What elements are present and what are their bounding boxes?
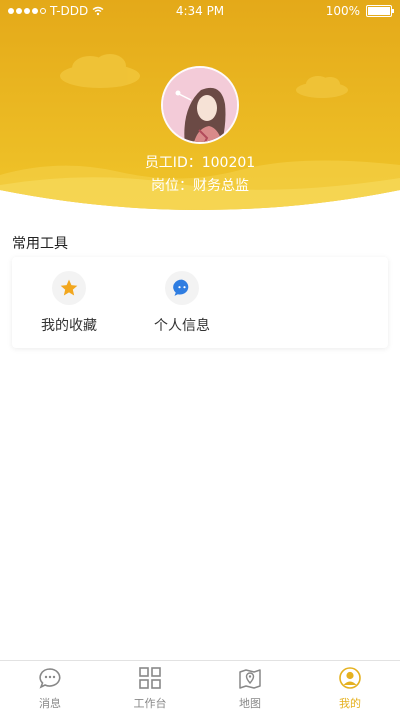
battery-percentage: 100%: [325, 4, 360, 18]
tab-label-map: 地图: [239, 697, 261, 710]
tools-card: 我的收藏 个人信息: [12, 257, 388, 348]
section-title-tools: 常用工具: [12, 236, 68, 252]
tab-map[interactable]: 地图: [200, 661, 300, 712]
avatar[interactable]: [161, 66, 239, 144]
tab-messages[interactable]: 消息: [0, 661, 100, 712]
status-bar: T-DDD 4:34 PM 100%: [0, 0, 400, 22]
map-icon: [239, 669, 261, 689]
tab-label-messages: 消息: [39, 697, 61, 710]
employee-id: 员工ID：100201: [144, 155, 256, 171]
tab-workbench[interactable]: 工作台: [100, 661, 200, 712]
tab-label-mine: 我的: [339, 697, 361, 710]
profile-screen: T-DDD 4:34 PM 100% 员工ID：100201 岗位：财务总监 常…: [0, 0, 400, 712]
profile-header: T-DDD 4:34 PM 100% 员工ID：100201 岗位：财务总监: [0, 0, 400, 230]
tool-label-personal-info: 个人信息: [154, 318, 210, 334]
tool-label-favorites: 我的收藏: [41, 318, 97, 334]
user-icon: [339, 667, 361, 689]
tab-mine[interactable]: 我的: [300, 661, 400, 712]
message-icon: [39, 668, 61, 689]
status-right: 100%: [325, 4, 394, 18]
tool-favorites[interactable]: 我的收藏: [19, 271, 119, 335]
employee-position: 岗位：财务总监: [151, 178, 249, 194]
grid-icon: [139, 667, 161, 689]
tab-label-workbench: 工作台: [133, 697, 167, 710]
battery-icon: [366, 5, 394, 17]
star-icon-wrap: [52, 271, 86, 305]
tool-personal-info[interactable]: 个人信息: [132, 271, 232, 335]
bottom-tab-bar: 消息 工作台 地图 我的: [0, 660, 400, 712]
chat-bubble-icon-wrap: [165, 271, 199, 305]
chat-bubble-icon: [173, 279, 189, 296]
star-icon: [60, 279, 78, 296]
